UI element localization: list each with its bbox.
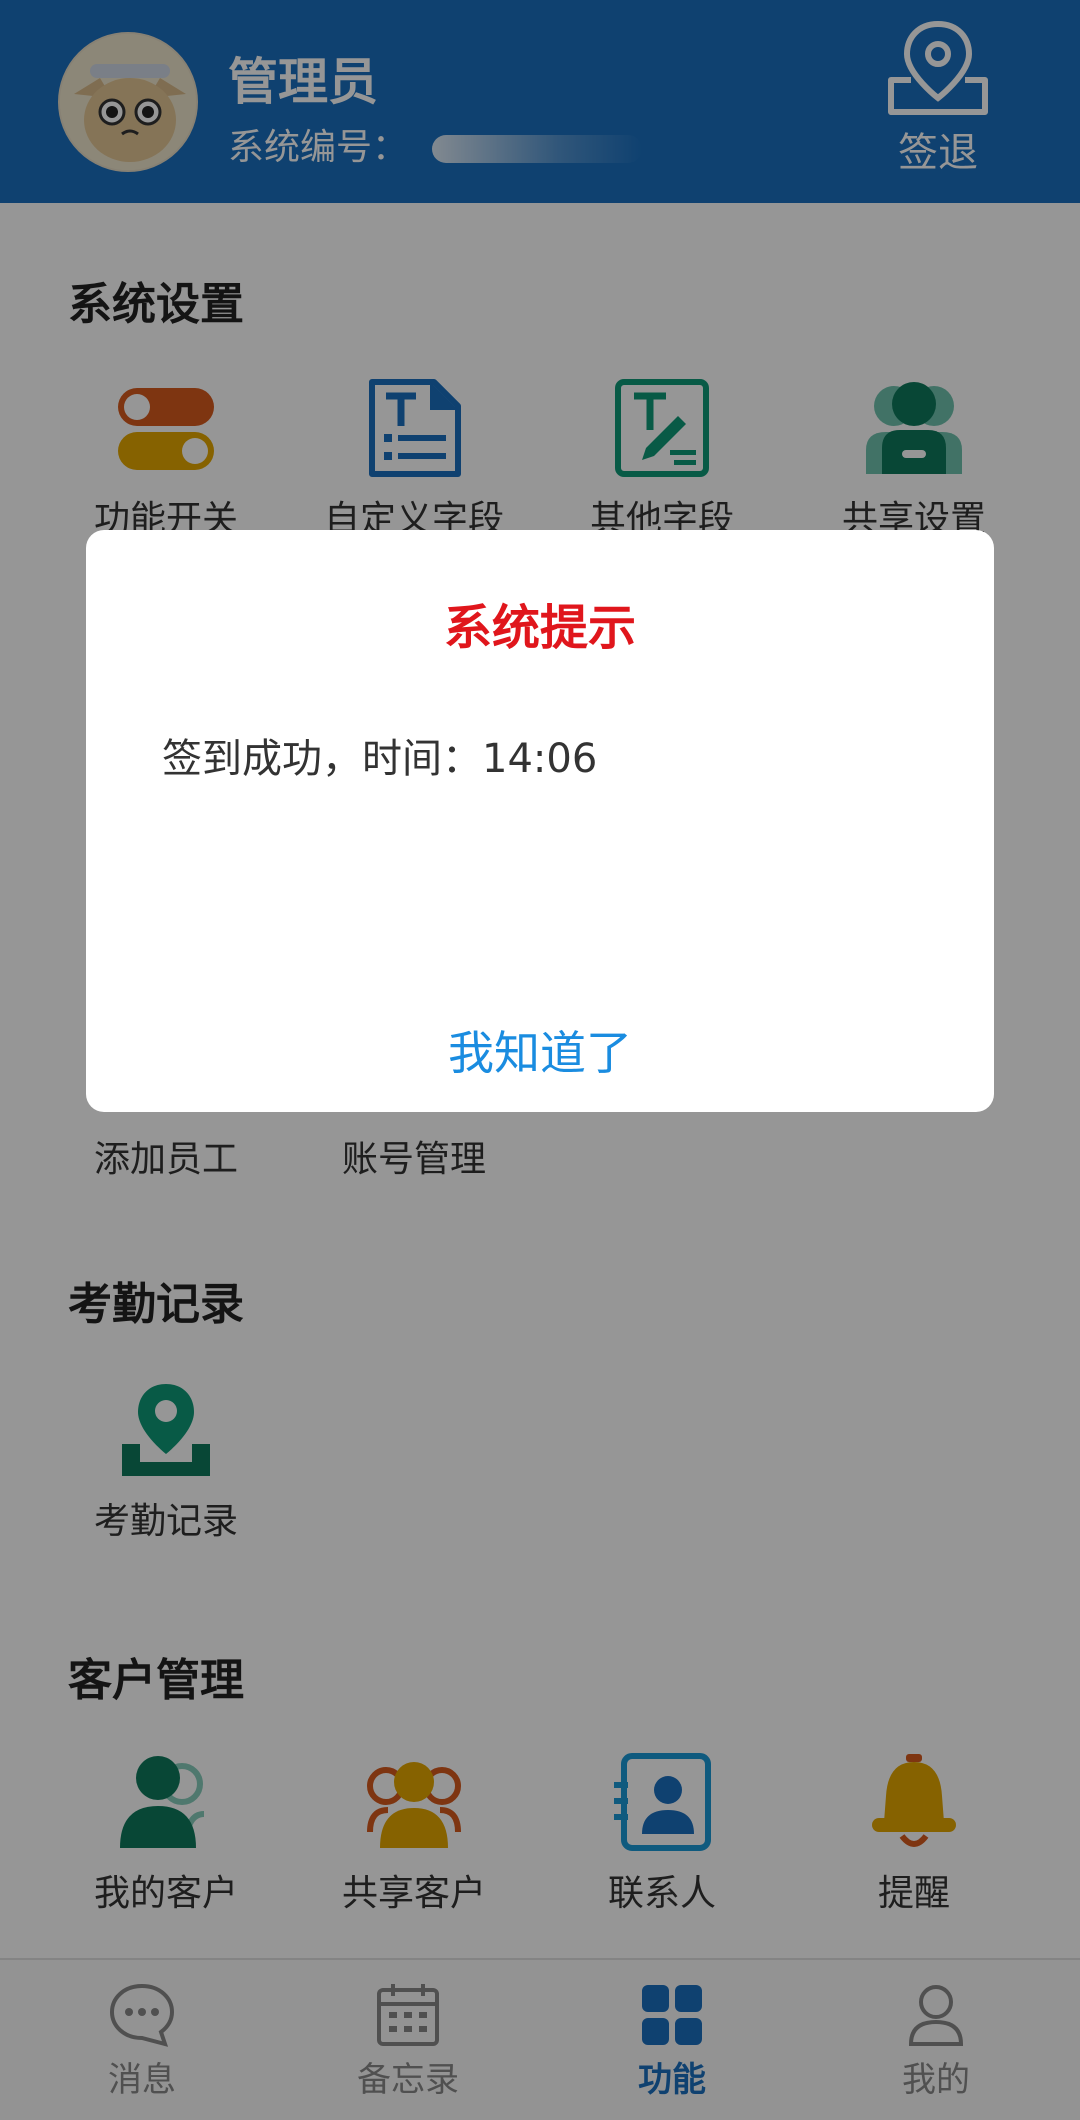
dialog-message: 签到成功，时间：14:06 [162, 736, 598, 782]
dialog-title: 系统提示 [443, 600, 636, 656]
dialog-confirm-button[interactable]: 我知道了 [86, 1000, 994, 1100]
system-alert-dialog: 系统提示 签到成功，时间：14:06 我知道了 [86, 530, 994, 1112]
